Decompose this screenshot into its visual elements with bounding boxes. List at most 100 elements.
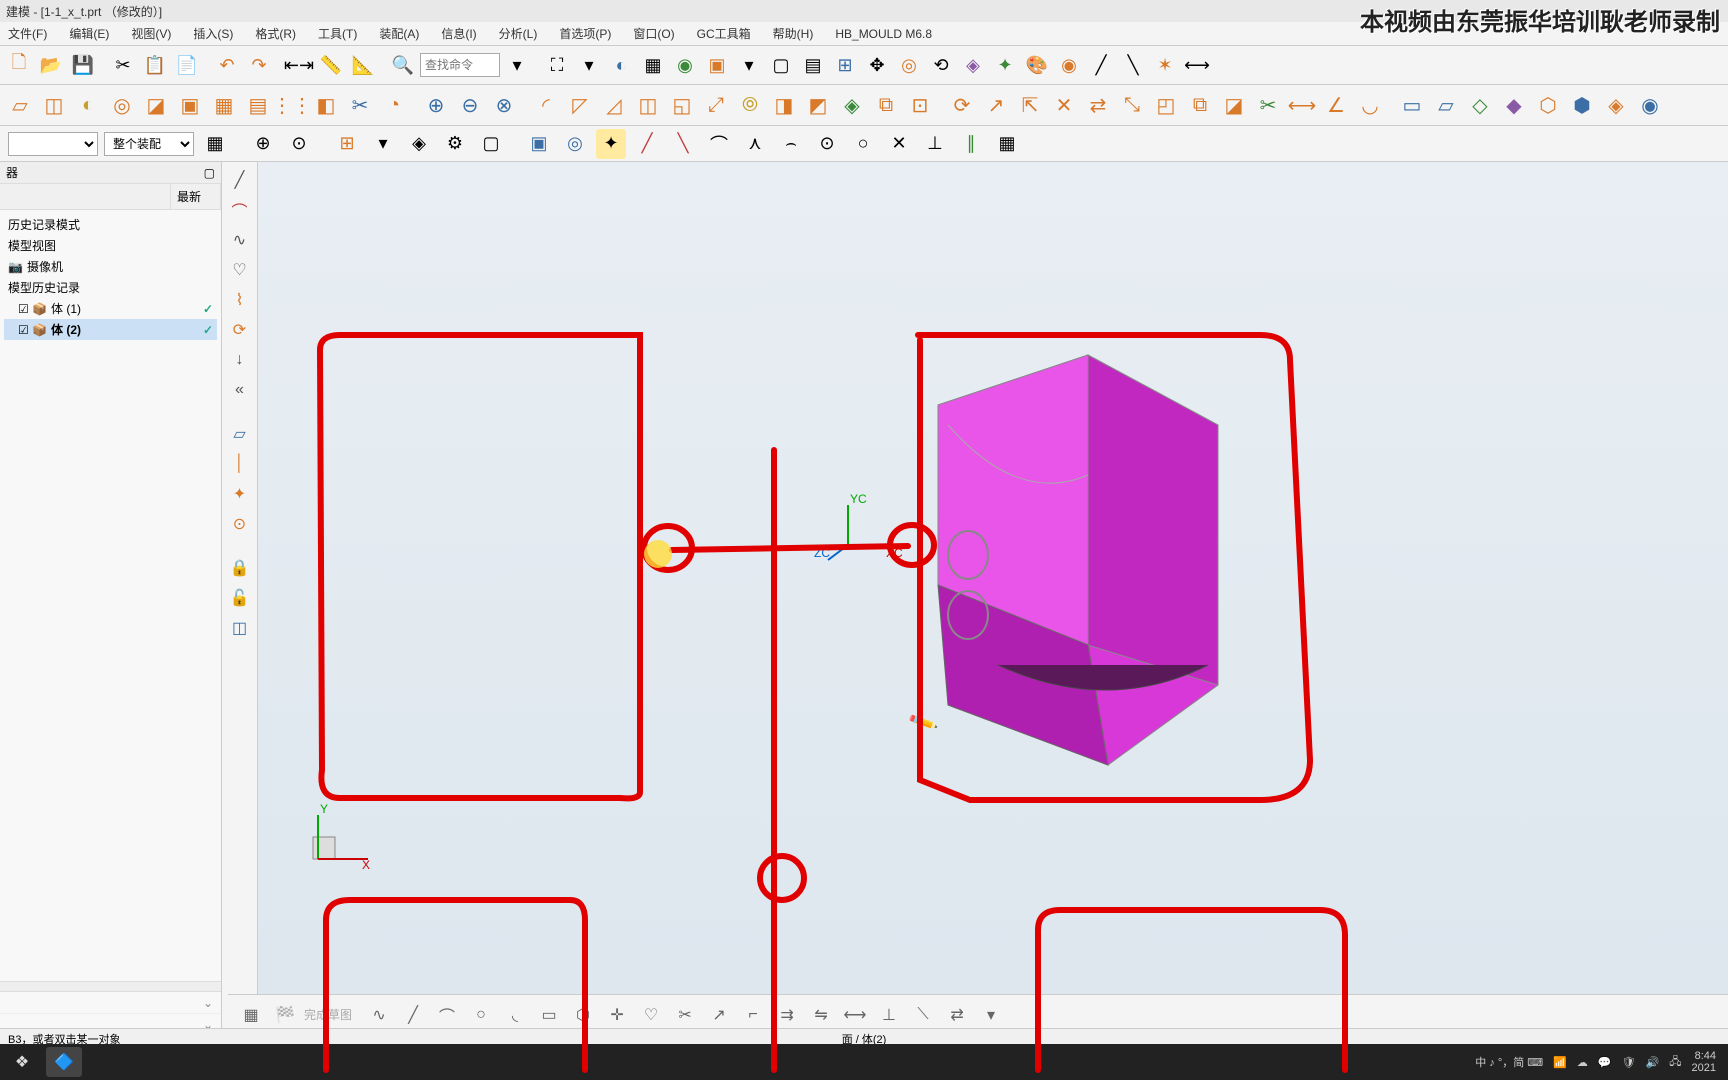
point-icon[interactable]: ✶: [1150, 50, 1180, 80]
paste-face-icon[interactable]: ◪: [1218, 89, 1250, 121]
spline-icon[interactable]: ∿: [226, 226, 254, 254]
scale-icon[interactable]: ⤢: [700, 89, 732, 121]
move-icon[interactable]: ✥: [862, 50, 892, 80]
tree-model-history[interactable]: 模型历史记录: [4, 277, 217, 298]
sel-all-icon[interactable]: ▦: [200, 129, 230, 159]
undo-icon[interactable]: ↶: [212, 50, 242, 80]
tray-shield-icon[interactable]: 🛡: [1622, 1056, 1636, 1069]
rotate-icon[interactable]: ⟲: [926, 50, 956, 80]
search-go-icon[interactable]: ▾: [502, 50, 532, 80]
offset-curve-icon[interactable]: ⟳: [226, 316, 254, 344]
tray-cloud-icon[interactable]: ☁: [1577, 1056, 1588, 1069]
save-icon[interactable]: 💾: [68, 50, 98, 80]
snap-auto-icon[interactable]: ◈: [404, 129, 434, 159]
feature-tree[interactable]: 历史记录模式 模型视图 📷摄像机 模型历史记录 ☑ 📦体 (1)✓ ☑ 📦体 (…: [0, 210, 221, 981]
sk-fillet-icon[interactable]: ◟: [500, 1000, 530, 1030]
sketch-icon[interactable]: ▱: [4, 89, 36, 121]
sel-filter1-icon[interactable]: ⊕: [248, 129, 278, 159]
wcs-icon[interactable]: ⊞: [830, 50, 860, 80]
palette-icon[interactable]: 🎨: [1022, 50, 1052, 80]
sk-trim-icon[interactable]: ✂: [670, 1000, 700, 1030]
tray-wifi-icon[interactable]: 📶: [1553, 1056, 1567, 1069]
measure-icon[interactable]: 📏: [316, 50, 346, 80]
datum-cs-icon[interactable]: ✦: [226, 480, 254, 508]
filter-select[interactable]: [8, 132, 98, 156]
menu-tools[interactable]: 工具(T): [314, 23, 361, 44]
sk-extend-icon[interactable]: ↗: [704, 1000, 734, 1030]
surface4-icon[interactable]: ◆: [1498, 89, 1530, 121]
taskbar-clock[interactable]: 8:44 2021: [1692, 1050, 1716, 1074]
subtract-icon[interactable]: ⊖: [454, 89, 486, 121]
trim-icon[interactable]: ✂: [344, 89, 376, 121]
cut-face-icon[interactable]: ✂: [1252, 89, 1284, 121]
surface5-icon[interactable]: ⬡: [1532, 89, 1564, 121]
viewport[interactable]: YC XC ZC Y X ✏️: [258, 162, 1728, 1058]
panel-collapse-icon[interactable]: ▢: [204, 166, 215, 180]
sk-convert-icon[interactable]: ⇄: [942, 1000, 972, 1030]
surface8-icon[interactable]: ◉: [1634, 89, 1666, 121]
chamfer-icon[interactable]: ◸: [564, 89, 596, 121]
snap-para-icon[interactable]: ∥: [956, 129, 986, 159]
offset-icon[interactable]: ◱: [666, 89, 698, 121]
see-through-icon[interactable]: ▢: [766, 50, 796, 80]
menu-window[interactable]: 窗口(O): [629, 23, 678, 44]
system-tray[interactable]: 中 ♪ °，简 ⌨ 📶 ☁ 💬 🛡 🔊 🖧 8:44 2021: [1467, 1050, 1724, 1074]
datum-axis-icon[interactable]: │: [226, 450, 254, 478]
material-icon[interactable]: ◉: [1054, 50, 1084, 80]
surface6-icon[interactable]: ⬢: [1566, 89, 1598, 121]
wireframe-icon[interactable]: ▣: [702, 50, 732, 80]
taskbar-app-nx[interactable]: 🔷: [46, 1047, 82, 1077]
pad-icon[interactable]: ▦: [208, 89, 240, 121]
lock2-icon[interactable]: 🔓: [226, 584, 254, 612]
menu-info[interactable]: 信息(I): [437, 23, 480, 44]
sk-arc-icon[interactable]: ⌒: [432, 1000, 462, 1030]
ruler-icon[interactable]: 📐: [348, 50, 378, 80]
copy-face-icon[interactable]: ⧉: [1184, 89, 1216, 121]
copy-icon[interactable]: 📋: [140, 50, 170, 80]
replace-icon[interactable]: ⇄: [1082, 89, 1114, 121]
blend-icon[interactable]: ◔: [378, 89, 410, 121]
pocket-icon[interactable]: ◪: [140, 89, 172, 121]
snap-circ-icon[interactable]: ○: [848, 129, 878, 159]
tree-model-view[interactable]: 模型视图: [4, 235, 217, 256]
origin-icon[interactable]: ◎: [894, 50, 924, 80]
sk-offset-icon[interactable]: ⇉: [772, 1000, 802, 1030]
snap-config-icon[interactable]: ⚙: [440, 129, 470, 159]
box-icon[interactable]: ▣: [524, 129, 554, 159]
collapse-icon[interactable]: «: [226, 376, 254, 404]
new-icon[interactable]: 🗋: [4, 50, 34, 80]
arc-icon[interactable]: ⌒: [226, 196, 254, 224]
snap-perp-icon[interactable]: ⊥: [920, 129, 950, 159]
linear-dim-icon[interactable]: ⟷: [1286, 89, 1318, 121]
paste-icon[interactable]: 📄: [172, 50, 202, 80]
sel-filter2-icon[interactable]: ⊙: [284, 129, 314, 159]
lock1-icon[interactable]: 🔒: [226, 554, 254, 582]
dist-icon[interactable]: ⟷: [1182, 50, 1212, 80]
face-op-icon[interactable]: ◫: [226, 614, 254, 642]
snap-quad-icon[interactable]: ⋏: [740, 129, 770, 159]
tray-chat-icon[interactable]: 💬: [1598, 1056, 1612, 1069]
command-finder-icon[interactable]: 🔍: [388, 50, 418, 80]
menu-preferences[interactable]: 首选项(P): [555, 23, 615, 44]
model-canvas[interactable]: YC XC ZC Y X: [258, 162, 1728, 1058]
move-face-icon[interactable]: ↗: [980, 89, 1012, 121]
emboss-icon[interactable]: ◩: [802, 89, 834, 121]
sk-mirror-icon[interactable]: ⇋: [806, 1000, 836, 1030]
shade-icon[interactable]: ▦: [638, 50, 668, 80]
mirror-icon[interactable]: ◧: [310, 89, 342, 121]
cs-icon[interactable]: ✦: [990, 50, 1020, 80]
menu-edit[interactable]: 编辑(E): [65, 23, 113, 44]
menu-format[interactable]: 格式(R): [251, 23, 300, 44]
style-dd-icon[interactable]: ▾: [734, 50, 764, 80]
delete-face-icon[interactable]: ✕: [1048, 89, 1080, 121]
snap-rect-icon[interactable]: ▢: [476, 129, 506, 159]
resize-icon[interactable]: ⤡: [1116, 89, 1148, 121]
studio-icon[interactable]: ◉: [670, 50, 700, 80]
tray-volume-icon[interactable]: 🔊: [1646, 1056, 1660, 1069]
redo-icon[interactable]: ↷: [244, 50, 274, 80]
sk-rect-icon[interactable]: ▭: [534, 1000, 564, 1030]
ime-indicator[interactable]: 中 ♪ °，简 ⌨: [1475, 1054, 1543, 1070]
zoom-dd-icon[interactable]: ▾: [574, 50, 604, 80]
hidden-icon[interactable]: ╲: [1118, 50, 1148, 80]
tree-body-1[interactable]: ☑ 📦体 (1)✓: [4, 298, 217, 319]
